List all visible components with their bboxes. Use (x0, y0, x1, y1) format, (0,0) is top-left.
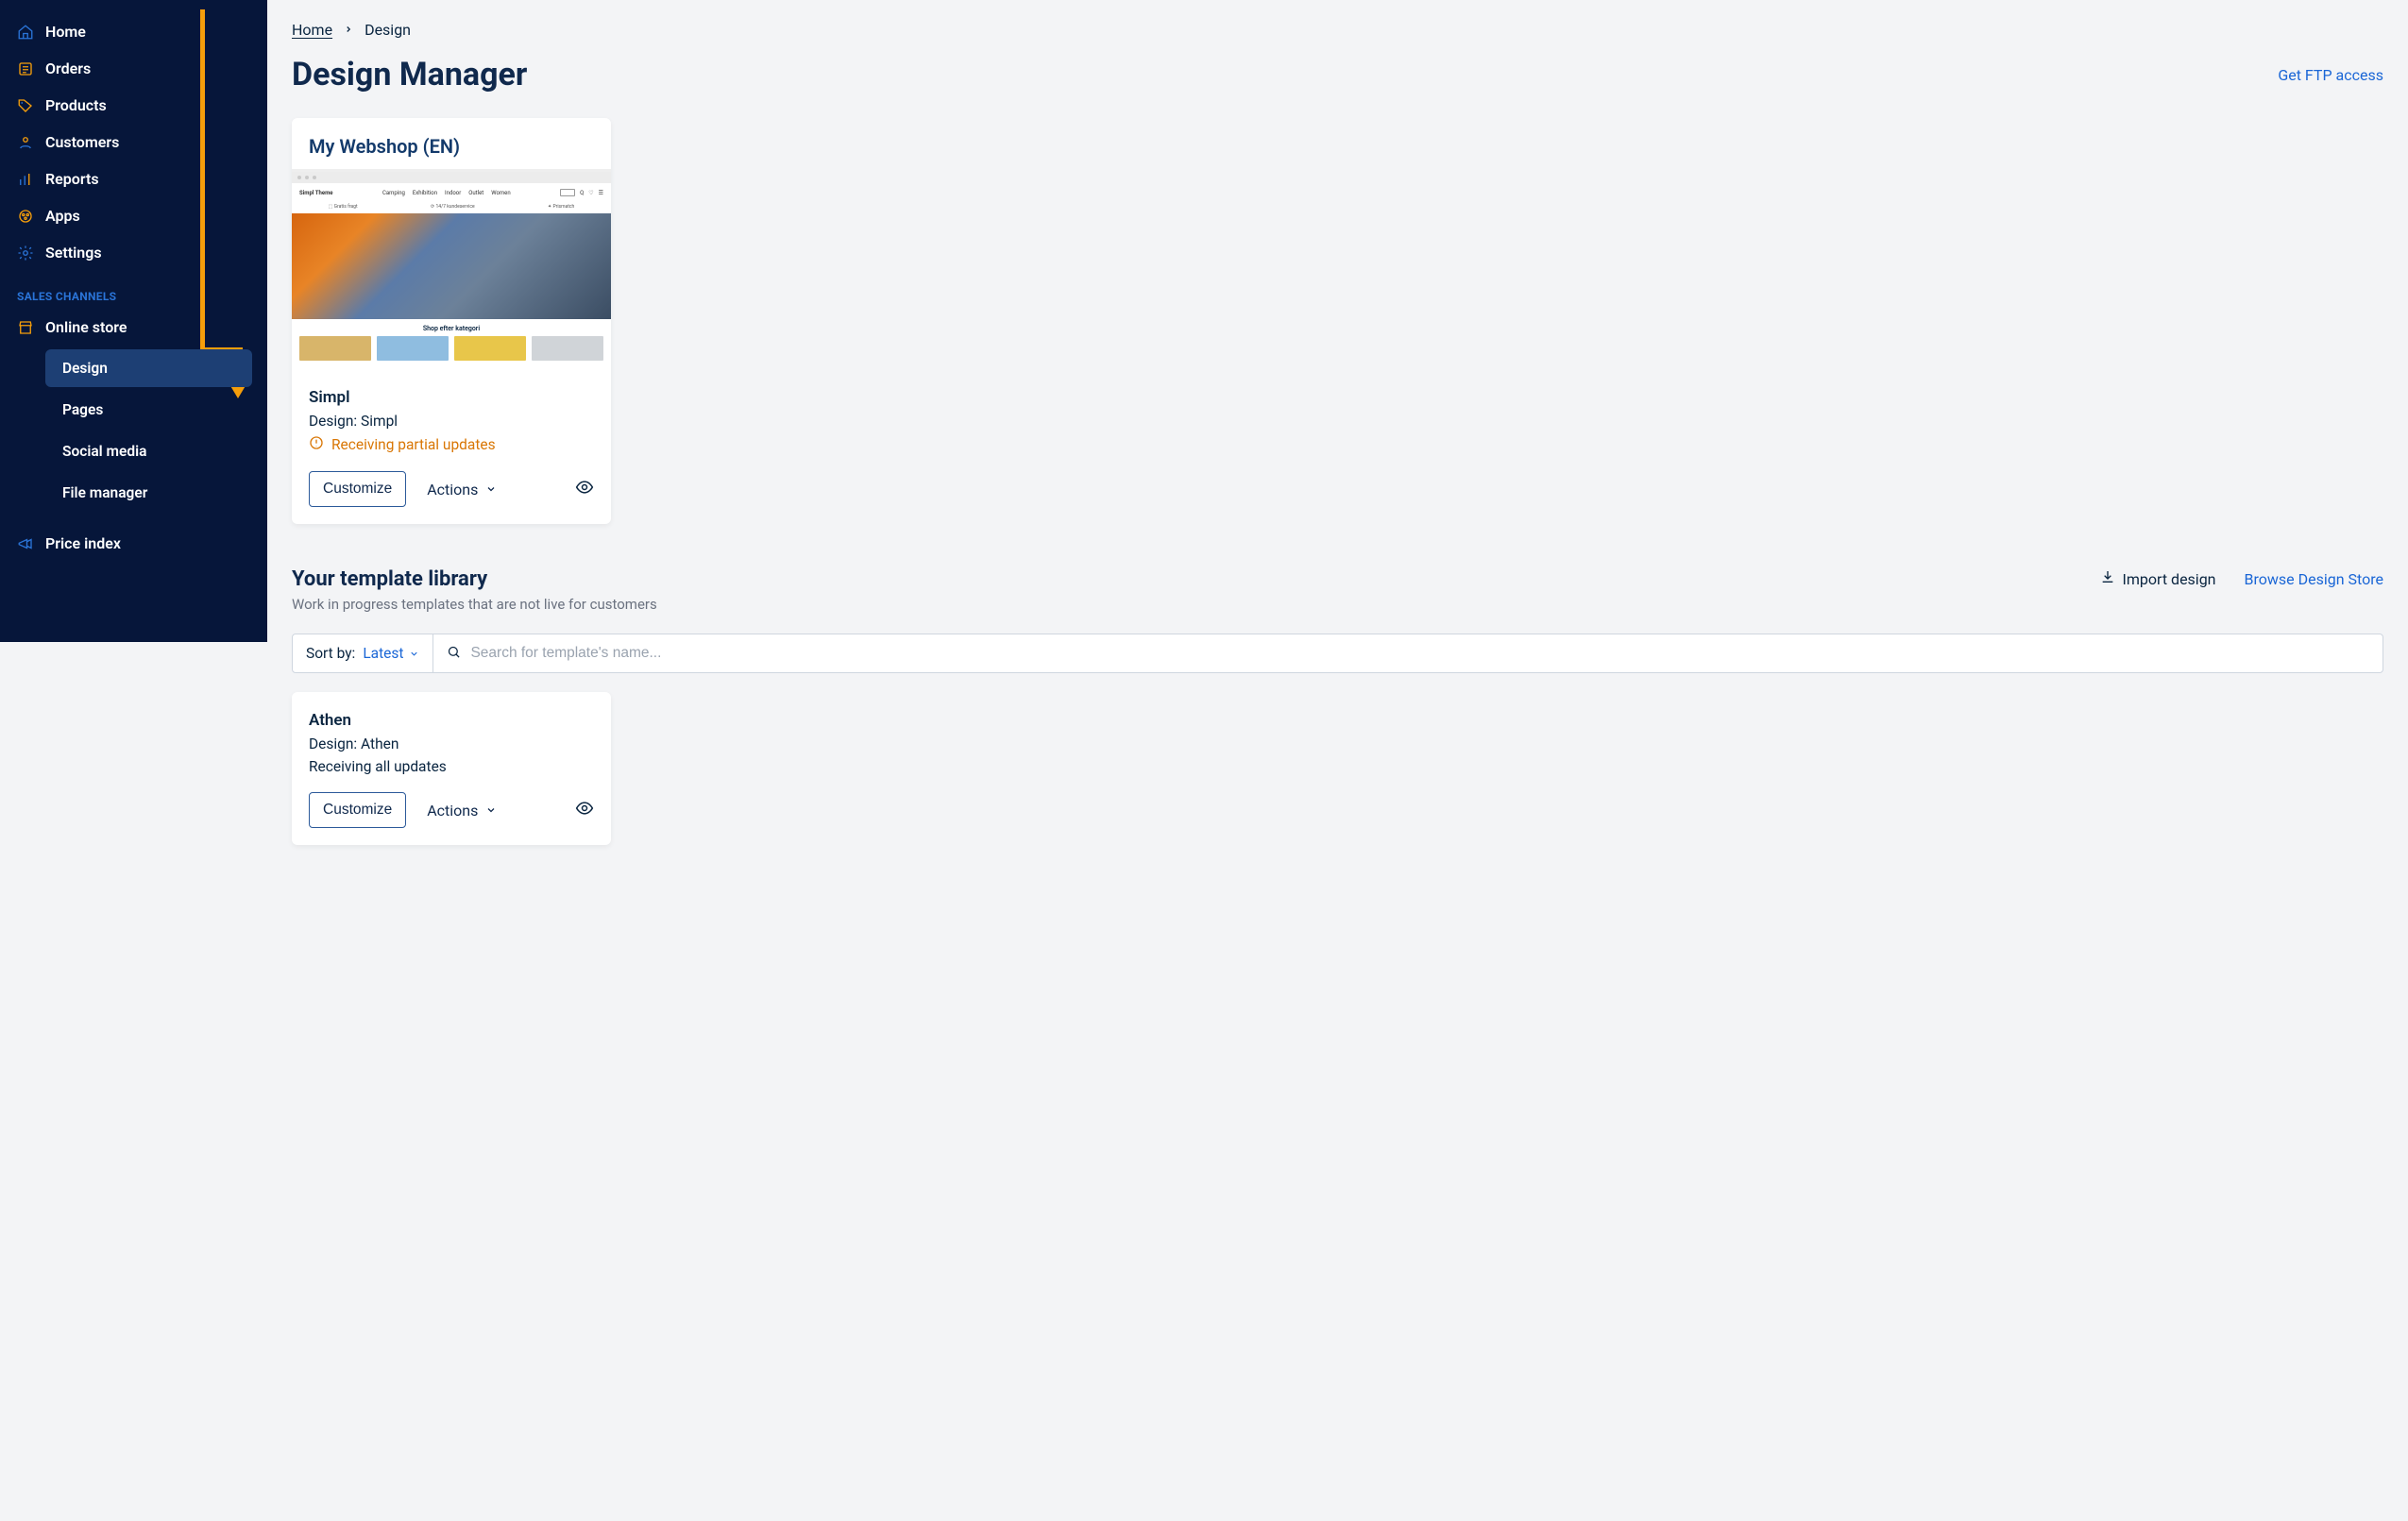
update-status: Receiving all updates (309, 758, 594, 775)
library-title: Your template library (292, 567, 657, 591)
nav-orders[interactable]: Orders (0, 50, 267, 87)
nav-home[interactable]: Home (0, 13, 267, 50)
sort-label: Sort by: (306, 645, 355, 662)
library-subtitle: Work in progress templates that are not … (292, 596, 657, 613)
customize-button[interactable]: Customize (309, 471, 406, 507)
nav-reports[interactable]: Reports (0, 161, 267, 197)
nav-label: Online store (45, 318, 127, 336)
orders-icon (17, 60, 34, 77)
nav-label: Products (45, 96, 107, 114)
tag-icon (17, 97, 34, 114)
design-line: Design: Athen (309, 735, 594, 752)
template-search-input[interactable] (470, 645, 2369, 662)
nav-label: Reports (45, 170, 99, 188)
active-theme-card: My Webshop (EN) Simpl Theme Camping Exhi… (292, 118, 611, 524)
subnav-label: Design (62, 360, 108, 377)
subnav-file-manager[interactable]: File manager (45, 474, 252, 512)
theme-name: Simpl (309, 388, 594, 407)
preview-brand: Simpl Theme (299, 190, 333, 196)
warning-icon (309, 435, 324, 454)
shop-name: My Webshop (EN) (292, 118, 611, 169)
filter-bar: Sort by: Latest (292, 634, 2383, 673)
preview-eye-button[interactable] (575, 478, 594, 500)
section-label: SALES CHANNELS (0, 271, 267, 309)
nav-settings[interactable]: Settings (0, 234, 267, 271)
page-title: Design Manager (292, 56, 527, 93)
sidebar: Home Orders Products Customers Reports (0, 0, 267, 642)
download-icon (2100, 569, 2115, 588)
nav-label: Customers (45, 133, 119, 151)
ftp-access-link[interactable]: Get FTP access (2278, 66, 2383, 84)
search-icon (447, 645, 461, 663)
chart-icon (17, 171, 34, 188)
theme-name: Athen (309, 711, 594, 730)
nav-label: Price index (45, 534, 121, 552)
subnav-social-media[interactable]: Social media (45, 432, 252, 470)
nav-price-index[interactable]: Price index (0, 525, 267, 562)
nav-label: Settings (45, 244, 102, 262)
apps-icon (17, 208, 34, 225)
breadcrumb-current: Design (365, 21, 411, 39)
library-theme-card: Athen Design: Athen Receiving all update… (292, 692, 611, 845)
nav-label: Orders (45, 59, 91, 77)
nav-label: Home (45, 23, 86, 41)
import-design-button[interactable]: Import design (2100, 569, 2216, 588)
nav-products[interactable]: Products (0, 87, 267, 124)
subnav-label: Pages (62, 401, 103, 418)
preview-eye-button[interactable] (575, 799, 594, 821)
nav-online-store[interactable]: Online store (0, 309, 267, 346)
store-icon (17, 319, 34, 336)
actions-dropdown[interactable]: Actions (427, 802, 497, 820)
subnav-label: Social media (62, 443, 146, 460)
main-content: Home Design Design Manager Get FTP acces… (267, 0, 2408, 1521)
nav-apps[interactable]: Apps (0, 197, 267, 234)
chevron-down-icon (485, 481, 497, 499)
breadcrumb-home[interactable]: Home (292, 21, 332, 39)
browse-store-link[interactable]: Browse Design Store (2245, 570, 2383, 588)
gear-icon (17, 245, 34, 262)
nav-label: Apps (45, 207, 80, 225)
home-icon (17, 24, 34, 41)
update-status: Receiving partial updates (309, 435, 594, 454)
subnav-design[interactable]: Design (45, 349, 252, 387)
sort-dropdown[interactable]: Latest (363, 645, 419, 662)
actions-dropdown[interactable]: Actions (427, 481, 497, 499)
chevron-right-icon (344, 23, 353, 38)
nav-customers[interactable]: Customers (0, 124, 267, 161)
subnav-pages[interactable]: Pages (45, 391, 252, 429)
subnav-label: File manager (62, 484, 147, 501)
chevron-down-icon (409, 649, 419, 659)
person-icon (17, 134, 34, 151)
breadcrumb: Home Design (292, 21, 2383, 39)
customize-button[interactable]: Customize (309, 792, 406, 828)
chevron-down-icon (485, 802, 497, 820)
theme-preview: Simpl Theme Camping Exhibition Indoor Ou… (292, 169, 611, 375)
design-line: Design: Simpl (309, 413, 594, 430)
megaphone-icon (17, 535, 34, 552)
